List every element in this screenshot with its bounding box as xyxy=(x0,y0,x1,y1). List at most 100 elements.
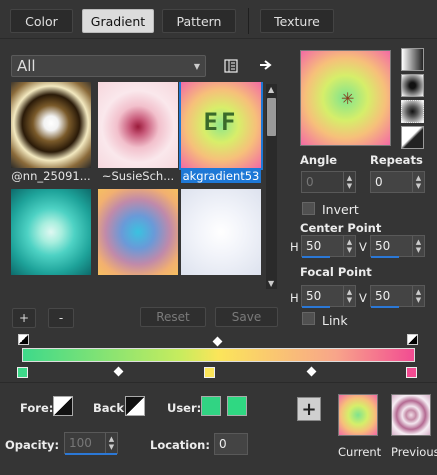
angle-input[interactable]: 0 ▲ ▼ xyxy=(301,171,356,193)
link-checkbox[interactable] xyxy=(302,312,315,325)
location-value: 0 xyxy=(219,437,227,451)
gradient-thumbnail xyxy=(98,189,178,275)
category-dropdown[interactable]: All ▼ xyxy=(11,55,206,77)
category-value: All xyxy=(17,57,36,75)
gradient-item[interactable]: akgradient67 xyxy=(98,189,178,277)
spinner-icon[interactable]: ▲ ▼ xyxy=(412,172,424,192)
link-label: Link xyxy=(322,313,348,328)
tab-bar: Color Gradient Pattern Texture xyxy=(0,0,437,38)
center-v-label: V xyxy=(359,240,367,254)
focal-point-label: Focal Point xyxy=(300,265,372,279)
repeats-value: 0 xyxy=(375,175,383,189)
remove-gradient-button[interactable]: - xyxy=(48,308,74,328)
focal-v-input[interactable]: 50 ▲ ▼ xyxy=(370,285,425,308)
gradient-thumbnail: EF xyxy=(179,82,263,170)
arrow-right-icon[interactable] xyxy=(256,55,276,75)
opacity-label: Opacity: xyxy=(5,438,60,452)
spinner-icon[interactable]: ▲ ▼ xyxy=(343,286,355,306)
tab-pattern[interactable]: Pattern xyxy=(162,9,236,33)
color-midpoint[interactable] xyxy=(306,366,317,377)
tab-gradient[interactable]: Gradient xyxy=(82,9,154,33)
rectangular-style-icon[interactable] xyxy=(401,74,424,97)
angle-value: 0 xyxy=(306,175,314,189)
center-v-value: 50 xyxy=(375,239,391,253)
focal-h-value: 50 xyxy=(306,289,322,303)
divider xyxy=(0,382,437,383)
gradient-item[interactable]: EF akgradient53 xyxy=(179,82,263,184)
scroll-down-icon[interactable]: ▼ xyxy=(268,279,274,288)
spinner-icon[interactable]: ▲ ▼ xyxy=(412,236,424,256)
scrollbar-thumb[interactable] xyxy=(267,98,276,136)
spinner-icon[interactable]: ▲ ▼ xyxy=(343,172,355,192)
gradient-label: akgradient53 xyxy=(181,169,261,183)
gradient-library-grid: @nn_25091... ~SusieSch... EF akgradient5… xyxy=(11,82,265,277)
color-stop-marker[interactable] xyxy=(406,367,417,378)
user-color-swatch[interactable] xyxy=(201,396,221,416)
spinner-icon[interactable]: ▲ ▼ xyxy=(412,286,424,306)
center-h-input[interactable]: 50 ▲ ▼ xyxy=(301,235,356,258)
scroll-up-icon[interactable]: ▲ xyxy=(268,85,274,94)
divider xyxy=(0,38,437,39)
save-button[interactable]: Save xyxy=(215,307,278,327)
opacity-input[interactable]: 100 ▲ ▼ xyxy=(64,432,118,455)
gradient-editor-bar[interactable] xyxy=(22,348,415,362)
center-h-label: H xyxy=(290,240,299,254)
tab-separator xyxy=(248,8,249,34)
gradient-item[interactable]: angels2 xyxy=(181,189,261,277)
focal-v-value: 50 xyxy=(375,289,391,303)
tab-texture[interactable]: Texture xyxy=(260,9,334,33)
gradient-thumbnail xyxy=(11,189,91,275)
previous-swatch[interactable] xyxy=(391,394,431,436)
spinner-icon[interactable]: ▲ ▼ xyxy=(343,236,355,256)
linear-style-icon[interactable] xyxy=(401,48,424,71)
current-swatch[interactable] xyxy=(338,394,378,436)
repeats-input[interactable]: 0 ▲ ▼ xyxy=(370,171,425,193)
tab-color[interactable]: Color xyxy=(10,9,73,33)
color-stop-marker[interactable] xyxy=(204,367,215,378)
radial-style-icon[interactable] xyxy=(401,100,424,123)
chevron-down-icon: ▼ xyxy=(193,62,200,71)
transparency-midpoint[interactable] xyxy=(212,336,223,347)
color-midpoint[interactable] xyxy=(113,366,124,377)
fore-label: Fore: xyxy=(20,401,54,415)
gradient-item[interactable]: ~SusieSch... xyxy=(98,82,178,184)
invert-checkbox[interactable] xyxy=(302,202,315,215)
gradient-item[interactable]: @nn_25091... xyxy=(11,82,91,184)
angle-label: Angle xyxy=(300,153,338,167)
back-swatch[interactable] xyxy=(125,396,145,416)
gradient-label: ~SusieSch... xyxy=(101,169,175,183)
value-bar xyxy=(371,256,399,258)
invert-label: Invert xyxy=(322,202,359,217)
transparency-stop-marker[interactable] xyxy=(407,334,418,345)
spinner-icon[interactable]: ▲ ▼ xyxy=(105,433,117,453)
gradient-item[interactable]: akgradient56 xyxy=(11,189,91,277)
gradient-thumbnail xyxy=(98,82,178,168)
center-point-icon: ✳ xyxy=(341,89,355,108)
user-label: User: xyxy=(167,401,202,415)
current-label: Current xyxy=(338,445,382,459)
value-bar xyxy=(65,453,117,455)
gradient-label: akgradient56 xyxy=(11,276,91,277)
grid-scrollbar[interactable]: ▲ ▼ xyxy=(266,84,277,289)
add-gradient-button[interactable]: + xyxy=(12,308,36,328)
add-to-library-button[interactable]: + xyxy=(297,397,321,421)
user-color-swatch[interactable] xyxy=(227,396,247,416)
repeats-label: Repeats xyxy=(370,153,423,167)
reset-button[interactable]: Reset xyxy=(140,307,206,327)
transparency-stop-marker[interactable] xyxy=(18,334,29,345)
value-bar xyxy=(371,306,399,308)
sunburst-style-icon[interactable] xyxy=(401,126,424,149)
gradient-preview[interactable]: ✳ xyxy=(300,50,391,146)
color-stop-marker[interactable] xyxy=(17,367,28,378)
gradient-label: akgradient67 xyxy=(98,276,178,277)
center-v-input[interactable]: 50 ▲ ▼ xyxy=(370,235,425,258)
opacity-value: 100 xyxy=(69,436,92,450)
fore-swatch[interactable] xyxy=(53,396,73,416)
value-bar xyxy=(302,256,330,258)
location-label: Location: xyxy=(150,438,210,452)
book-icon[interactable] xyxy=(221,56,241,76)
gradient-thumbnail xyxy=(181,189,261,275)
gradient-overlay-text: EF xyxy=(203,108,239,136)
location-input[interactable]: 0 xyxy=(214,433,248,455)
focal-h-input[interactable]: 50 ▲ ▼ xyxy=(301,285,356,308)
